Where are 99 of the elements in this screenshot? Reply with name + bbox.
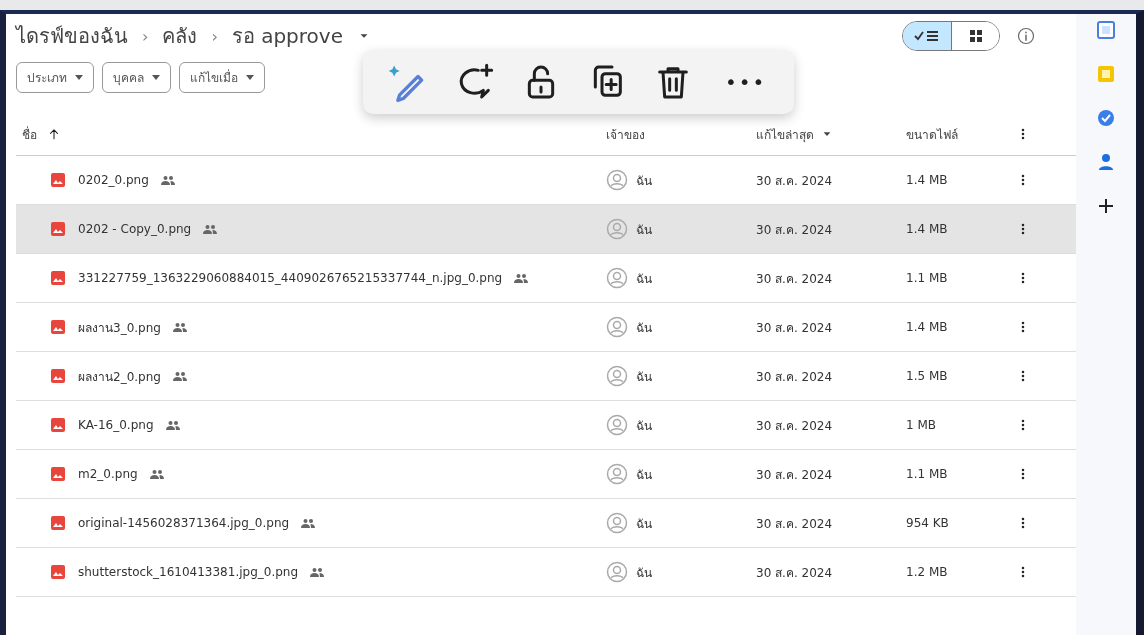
image-file-icon xyxy=(50,368,66,384)
avatar-icon xyxy=(606,512,628,534)
file-row[interactable]: KA-16_0.png ฉัน 30 ส.ค. 2024 1 MB xyxy=(16,401,1076,450)
column-header[interactable]: ขนาดไฟล์ xyxy=(906,124,1016,144)
avatar-icon xyxy=(606,316,628,338)
caret-icon xyxy=(246,74,254,81)
shared-icon xyxy=(172,371,187,381)
shared-icon xyxy=(165,420,180,430)
file-name: 0202 - Copy_0.png xyxy=(78,222,192,236)
tasks-icon[interactable] xyxy=(1096,108,1116,128)
file-size: 1 MB xyxy=(906,418,938,432)
view-toggle[interactable] xyxy=(902,21,1000,51)
owner-name: ฉัน xyxy=(636,466,652,484)
image-file-icon xyxy=(50,515,66,531)
image-file-icon xyxy=(50,172,66,188)
file-name: ผลงาน2_0.png xyxy=(78,368,161,386)
caret-icon xyxy=(75,74,83,81)
file-row[interactable]: shutterstock_1610413381.jpg_0.png ฉัน 30 ส.ค. 2024 1.2 MB xyxy=(16,548,1076,597)
file-name: KA-16_0.png xyxy=(78,418,154,432)
avatar-icon xyxy=(606,365,628,387)
avatar-icon xyxy=(606,267,628,289)
owner-name: ฉัน xyxy=(636,270,652,288)
image-file-icon xyxy=(50,564,66,580)
contacts-icon[interactable] xyxy=(1096,152,1116,172)
calendar-icon[interactable] xyxy=(1096,20,1116,40)
file-name: original-1456028371364.jpg_0.png xyxy=(78,516,290,530)
modified-date: 30 ส.ค. 2024 xyxy=(756,564,834,582)
modified-date: 30 ส.ค. 2024 xyxy=(756,172,834,190)
avatar-icon xyxy=(606,463,628,485)
modified-date: 30 ส.ค. 2024 xyxy=(756,466,834,484)
file-name: ผลงาน3_0.png xyxy=(78,319,161,337)
file-size: 954 KB xyxy=(906,516,950,530)
shared-icon xyxy=(172,322,187,332)
file-row[interactable]: 0202 - Copy_0.png ฉัน 30 ส.ค. 2024 1.4 MB xyxy=(16,205,1076,254)
column-header[interactable]: เจ้าของ xyxy=(606,124,756,144)
grid-view-button[interactable] xyxy=(951,22,999,50)
image-file-icon xyxy=(50,466,66,482)
owner-name: ฉัน xyxy=(636,319,652,337)
avatar-icon xyxy=(606,561,628,583)
file-size: 1.1 MB xyxy=(906,467,949,481)
owner-name: ฉัน xyxy=(636,564,652,582)
modified-date: 30 ส.ค. 2024 xyxy=(756,319,834,337)
filter-chip[interactable]: บุคคล xyxy=(102,62,171,93)
file-row[interactable]: m2_0.png ฉัน 30 ส.ค. 2024 1.1 MB xyxy=(16,450,1076,499)
breadcrumb-separator: › xyxy=(211,26,218,46)
breadcrumb-item[interactable]: ไดรฟ์ของฉัน xyxy=(16,20,128,52)
column-header[interactable]: ชื่อ xyxy=(22,124,37,144)
file-row[interactable]: ผลงาน2_0.png ฉัน 30 ส.ค. 2024 1.5 MB xyxy=(16,352,1076,401)
image-file-icon xyxy=(50,417,66,433)
file-size: 1.2 MB xyxy=(906,565,949,579)
avatar-icon xyxy=(606,414,628,436)
info-icon[interactable] xyxy=(1016,26,1036,46)
caret-icon[interactable] xyxy=(822,129,832,139)
breadcrumb-item[interactable]: รอ approve xyxy=(231,20,343,52)
image-file-icon xyxy=(50,319,66,335)
shared-icon xyxy=(301,518,316,528)
file-name: 331227759_1363229060884015_4409026765215337744_n.jpg_0.png xyxy=(78,271,503,285)
shared-icon xyxy=(203,224,218,234)
file-name: 0202_0.png xyxy=(78,173,149,187)
owner-name: ฉัน xyxy=(636,515,652,533)
file-size: 1.1 MB xyxy=(906,271,949,285)
shared-icon xyxy=(160,175,175,185)
filter-chip[interactable]: แก้ไขเมื่อ xyxy=(179,62,265,93)
shared-icon xyxy=(149,469,164,479)
caret-icon xyxy=(152,74,160,81)
grid-icon xyxy=(967,28,984,44)
avatar-icon xyxy=(606,169,628,191)
owner-name: ฉัน xyxy=(636,417,652,435)
file-size: 1.5 MB xyxy=(906,369,949,383)
breadcrumb-separator: › xyxy=(142,26,149,46)
modified-date: 30 ส.ค. 2024 xyxy=(756,515,834,533)
file-name: shutterstock_1610413381.jpg_0.png xyxy=(78,565,299,579)
avatar-icon xyxy=(606,218,628,240)
column-header[interactable]: แก้ไขล่าสุด xyxy=(756,124,814,144)
sort-arrow-icon[interactable] xyxy=(47,127,61,141)
breadcrumb-item[interactable]: คลัง xyxy=(162,20,198,52)
owner-name: ฉัน xyxy=(636,368,652,386)
modified-date: 30 ส.ค. 2024 xyxy=(756,417,834,435)
file-row[interactable]: ผลงาน3_0.png ฉัน 30 ส.ค. 2024 1.4 MB xyxy=(16,303,1076,352)
owner-name: ฉัน xyxy=(636,172,652,190)
filter-chip[interactable]: ประเภท xyxy=(16,62,94,93)
list-view-button[interactable] xyxy=(903,22,951,50)
file-row[interactable]: 331227759_1363229060884015_4409026765215337744_n.jpg_0.png ฉัน 30 ส.ค. 2024 1.1 MB xyxy=(16,254,1076,303)
shared-icon xyxy=(310,567,325,577)
modified-date: 30 ส.ค. 2024 xyxy=(756,270,834,288)
shared-icon xyxy=(514,273,529,283)
more-button[interactable]: ••• xyxy=(719,69,773,95)
file-name: m2_0.png xyxy=(78,467,138,481)
image-file-icon xyxy=(50,270,66,286)
modified-date: 30 ส.ค. 2024 xyxy=(756,221,834,239)
owner-name: ฉัน xyxy=(636,221,652,239)
file-size: 1.4 MB xyxy=(906,320,949,334)
file-row[interactable]: original-1456028371364.jpg_0.png ฉัน 30 ส.ค. 2024 954 KB xyxy=(16,499,1076,548)
add-icon[interactable] xyxy=(1096,196,1116,216)
file-size: 1.4 MB xyxy=(906,222,949,236)
image-file-icon xyxy=(50,221,66,237)
list-icon xyxy=(914,28,940,44)
file-size: 1.4 MB xyxy=(906,173,949,187)
modified-date: 30 ส.ค. 2024 xyxy=(756,368,834,386)
